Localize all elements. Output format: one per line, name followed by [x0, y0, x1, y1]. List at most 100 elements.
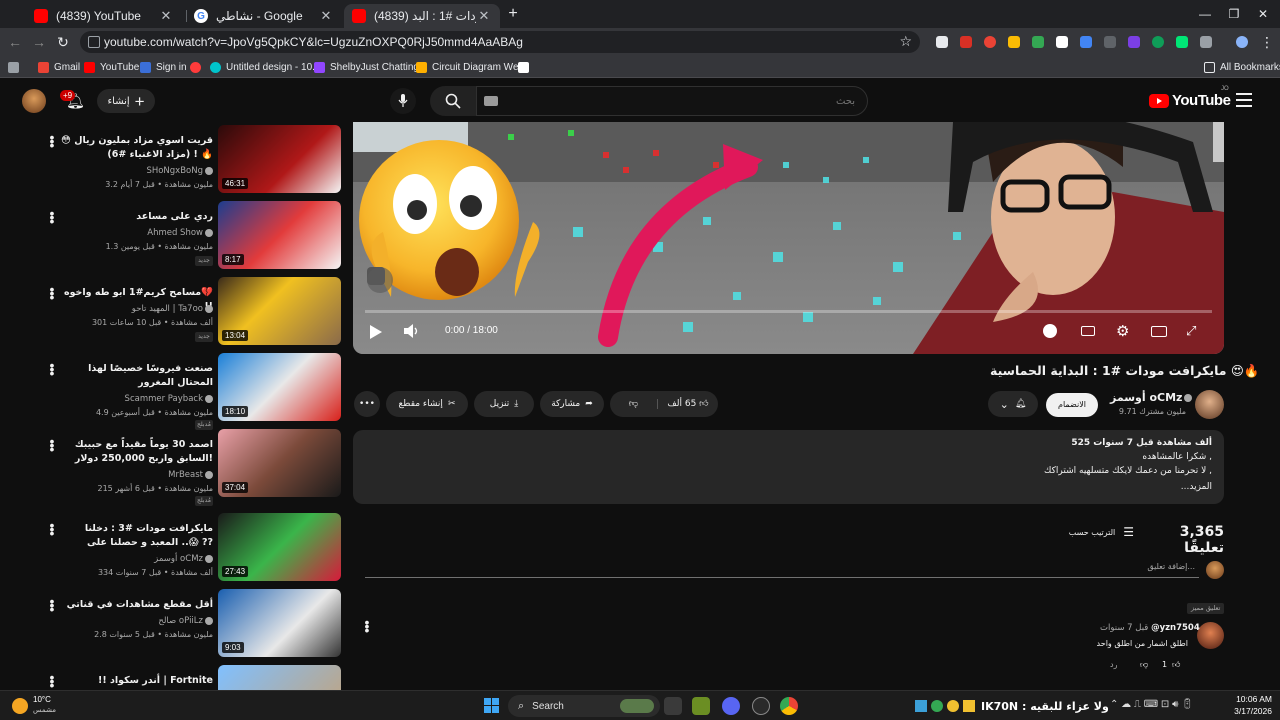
- fullscreen-icon[interactable]: ⤢: [1186, 323, 1196, 339]
- subtitles-icon[interactable]: [1081, 326, 1095, 336]
- close-icon[interactable]: ✕: [158, 8, 174, 24]
- bookmark-twitch[interactable]: ShelbyJust Chatting...: [314, 59, 427, 75]
- chrome-icon[interactable]: [780, 697, 798, 715]
- close-icon[interactable]: ✕: [318, 8, 334, 24]
- extension-icon[interactable]: [1032, 36, 1044, 48]
- recommendation-channel[interactable]: MrBeast: [60, 470, 213, 480]
- item-menu-icon[interactable]: • • •: [48, 670, 56, 690]
- taskbar-search[interactable]: ⌕ Search: [508, 695, 660, 717]
- dislike-button[interactable]: 👎︎: [610, 399, 658, 409]
- tray-now-playing[interactable]: IK70N : ولا عزاء للبقيه: [915, 697, 1109, 715]
- recommendation-channel[interactable]: Scammer Payback: [60, 394, 213, 404]
- recommendation-item[interactable]: • • • 27:43 مايكرافت مودات #3 : دخلنا المعبد…: [40, 513, 343, 585]
- back-button[interactable]: ←: [6, 33, 24, 51]
- commenter-avatar[interactable]: [1197, 622, 1224, 649]
- subscribed-dropdown-button[interactable]: ⌄ 🔔︎: [988, 391, 1038, 417]
- join-button[interactable]: الانضمام: [1046, 393, 1098, 417]
- all-bookmarks-folder[interactable]: All Bookmarks: [1204, 59, 1280, 75]
- recommendation-channel[interactable]: صالح oPiiLz: [60, 616, 213, 626]
- clip-button[interactable]: إنشاء مقطع ✂: [386, 391, 468, 417]
- new-tab-button[interactable]: +: [505, 5, 521, 23]
- more-menu-icon[interactable]: ⋮: [1258, 33, 1276, 51]
- voice-search-mic-icon[interactable]: [390, 88, 416, 114]
- like-button[interactable]: 👍︎ 65 ألف: [658, 399, 718, 409]
- bookmark-circuit[interactable]: Circuit Diagram We...: [416, 59, 527, 75]
- recommendation-item[interactable]: • • • 37:04 اصمد 30 يوماً مقيداً مع حبيبك ال…: [40, 429, 343, 506]
- recommendation-channel[interactable]: المهيد تاحو | Ta7oo: [60, 304, 213, 314]
- extension-icon[interactable]: [1080, 36, 1092, 48]
- windows-start-icon[interactable]: [484, 698, 500, 714]
- settings-gear-icon[interactable]: ⚙: [1116, 322, 1129, 340]
- extensions-puzzle-icon[interactable]: [1200, 36, 1212, 48]
- bookmark-gmail[interactable]: Gmail: [38, 59, 80, 75]
- task-view-icon[interactable]: [664, 697, 682, 715]
- progress-bar[interactable]: [365, 310, 1212, 313]
- extension-icon[interactable]: [1152, 36, 1164, 48]
- extension-icon[interactable]: [1176, 36, 1188, 48]
- account-avatar[interactable]: [22, 89, 46, 113]
- tab-current-video[interactable]: (4839) مايكرافت مودات #1 : البد ✕: [344, 4, 500, 28]
- more-actions-button[interactable]: •••: [354, 391, 380, 417]
- volume-icon[interactable]: [403, 323, 419, 342]
- tab-youtube[interactable]: (4839) YouTube ✕: [26, 4, 182, 28]
- video-thumbnail[interactable]: 37:04: [218, 429, 341, 497]
- extension-icon[interactable]: [1008, 36, 1020, 48]
- extension-icon[interactable]: [1056, 36, 1068, 48]
- recommendation-item[interactable]: • • • 46:31 قريت اسوي مزاد بمليون ريال 😳🔥 ! …: [40, 125, 343, 197]
- create-button[interactable]: إنشاء +: [97, 89, 155, 113]
- item-menu-icon[interactable]: • • •: [48, 130, 56, 152]
- recommendation-item[interactable]: • • • 8:17 ردي على مساعد Ahmed Show 1.3 مليون …: [40, 201, 343, 273]
- recommendation-channel[interactable]: SHoNgxBoNg: [60, 166, 213, 176]
- clock-time[interactable]: 10:06 AM: [1230, 694, 1272, 704]
- show-more-link[interactable]: ...المزيد: [1181, 482, 1212, 492]
- bookmark-youtube[interactable]: YouTube: [84, 59, 139, 75]
- item-menu-icon[interactable]: • • •: [48, 206, 56, 228]
- video-thumbnail[interactable]: 18:10: [218, 353, 341, 421]
- steam-icon[interactable]: [752, 697, 770, 715]
- forward-button[interactable]: →: [30, 33, 48, 51]
- recommendation-item[interactable]: • • • 9:03 أقل مقطع مشاهدات في قناتي صالح oPi…: [40, 589, 343, 661]
- recommendation-item[interactable]: •••13:04مسامح كريم#1 ابو طه واخوه💔 !!الم…: [40, 277, 343, 349]
- clock-date[interactable]: 3/17/2026: [1230, 706, 1272, 716]
- recommendation-item[interactable]: •••!! أندر سكواد | FortniteFFearFFul: [40, 665, 343, 690]
- keyboard-icon[interactable]: [484, 96, 498, 106]
- apps-grid-icon[interactable]: [8, 59, 24, 75]
- recommendation-channel[interactable]: أوسمز oCMz: [60, 554, 213, 564]
- video-thumbnail[interactable]: 8:17: [218, 201, 341, 269]
- video-thumbnail[interactable]: 46:31: [218, 125, 341, 193]
- bookmark-star-icon[interactable]: ☆: [899, 33, 912, 50]
- tray-icons[interactable]: ⌃ ☁ ⎍ ⌨ ⊡ 🔊︎ 🔋︎: [1110, 699, 1194, 710]
- comment-like-icon[interactable]: 👍︎: [1172, 660, 1180, 670]
- comment-reply-button[interactable]: رد: [1110, 660, 1117, 669]
- add-comment-input[interactable]: إضافة تعليق...: [365, 562, 1199, 578]
- item-menu-icon[interactable]: • • •: [48, 358, 56, 380]
- youtube-logo[interactable]: YouTube JO: [1149, 86, 1231, 109]
- recommendation-channel[interactable]: Ahmed Show: [60, 228, 213, 238]
- close-window-button[interactable]: ✕: [1248, 4, 1278, 24]
- extension-icon[interactable]: [936, 36, 948, 48]
- profile-icon[interactable]: [1236, 36, 1248, 48]
- discord-icon[interactable]: [722, 697, 740, 715]
- close-icon[interactable]: ✕: [476, 8, 492, 24]
- comment-author[interactable]: قبل 7 سنوات @yzn7504: [1100, 623, 1200, 633]
- search-button[interactable]: [430, 86, 476, 116]
- minimize-button[interactable]: —: [1190, 4, 1220, 24]
- reload-button[interactable]: ↻: [54, 33, 72, 51]
- channel-avatar[interactable]: [1195, 390, 1224, 419]
- video-player[interactable]: 0:00 / 18:00 ⚙ ⤢: [353, 122, 1224, 354]
- extension-icon[interactable]: [1128, 36, 1140, 48]
- extension-icon[interactable]: [1104, 36, 1116, 48]
- tab-google-activity[interactable]: G نشاطي - Google ✕: [186, 4, 342, 28]
- bookmark-x[interactable]: [518, 59, 534, 75]
- channel-name[interactable]: أوسمز oCMz: [1110, 391, 1193, 404]
- bookmark-canva[interactable]: Untitled design - 10...: [210, 59, 321, 75]
- video-thumbnail[interactable]: 27:43: [218, 513, 341, 581]
- bookmark-sign-in[interactable]: Sign in: [140, 59, 187, 75]
- restore-button[interactable]: ❐: [1219, 4, 1249, 24]
- description-box[interactable]: 525 ألف مشاهدة قبل 7 سنوات شكرا عالمشاهد…: [353, 430, 1224, 504]
- site-info-icon[interactable]: [88, 36, 100, 48]
- recommendation-item[interactable]: • • • 18:10 صنعت فيروسًا خصيصًا لهذا المحتال…: [40, 353, 343, 430]
- miniplayer-icon[interactable]: [1151, 326, 1167, 337]
- share-button[interactable]: مشاركة ➦: [540, 391, 604, 417]
- hamburger-menu-icon[interactable]: [1236, 93, 1252, 107]
